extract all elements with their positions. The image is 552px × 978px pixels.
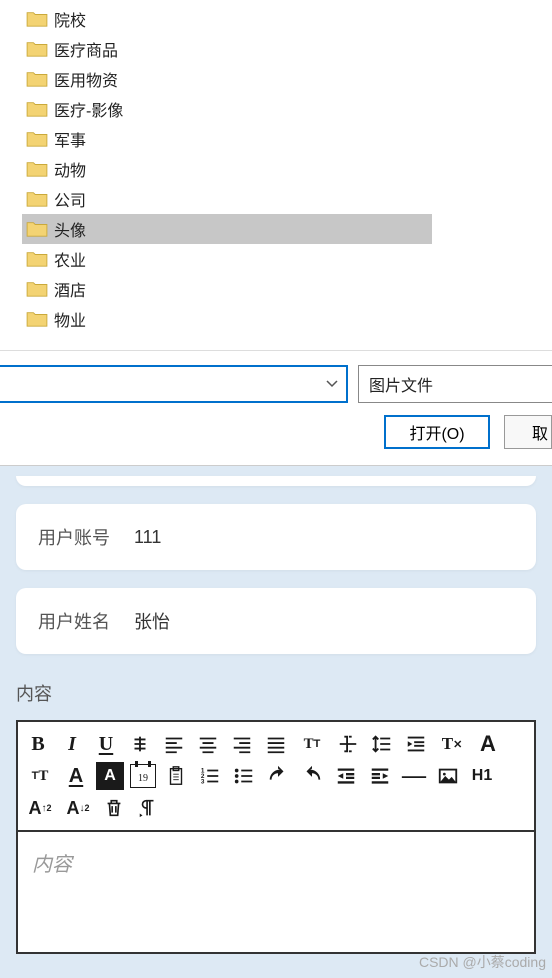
content-section: 内容 B I U TT T✕ A TT A A 19 123	[0, 676, 552, 958]
user-name-value: 张怡	[134, 608, 170, 634]
folder-item[interactable]: 医疗-影像	[22, 94, 552, 124]
filename-combobox[interactable]	[0, 365, 348, 403]
user-account-card: 用户账号 111	[16, 504, 536, 570]
folder-icon	[26, 160, 48, 178]
folder-icon	[26, 250, 48, 268]
indent-icon[interactable]	[402, 730, 430, 758]
user-account-value: 111	[134, 527, 161, 548]
text-cursor-icon[interactable]	[334, 730, 362, 758]
folder-icon	[26, 310, 48, 328]
editor-toolbar: B I U TT T✕ A TT A A 19 123 —	[18, 722, 534, 832]
paragraph-direction-icon[interactable]	[134, 794, 162, 822]
filename-input[interactable]	[0, 370, 318, 398]
outdent-left-icon[interactable]	[332, 762, 360, 790]
file-dialog: 院校 医疗商品 医用物资 医疗-影像 军事 动物 公司 头像	[0, 0, 552, 466]
strikethrough-icon[interactable]	[126, 730, 154, 758]
outdent-right-icon[interactable]	[366, 762, 394, 790]
folder-item-selected[interactable]: 头像	[22, 214, 432, 244]
cancel-label: 取	[532, 420, 548, 444]
underline-icon[interactable]: U	[92, 730, 120, 758]
svg-text:3: 3	[201, 778, 205, 785]
folder-label: 军事	[54, 127, 86, 151]
user-name-label: 用户姓名	[38, 608, 134, 634]
card-fragment	[16, 476, 536, 486]
chevron-down-icon[interactable]	[318, 367, 346, 401]
filter-label: 图片文件	[369, 372, 433, 396]
italic-icon[interactable]: I	[58, 730, 86, 758]
text-scale-icon[interactable]: TT	[24, 762, 56, 790]
folder-item[interactable]: 物业	[22, 304, 552, 334]
unordered-list-icon[interactable]	[230, 762, 258, 790]
align-right-icon[interactable]	[228, 730, 256, 758]
user-account-label: 用户账号	[38, 524, 134, 550]
editor-placeholder: 内容	[32, 854, 72, 876]
folder-icon	[26, 280, 48, 298]
ordered-list-icon[interactable]: 123	[196, 762, 224, 790]
align-left-icon[interactable]	[160, 730, 188, 758]
clipboard-icon[interactable]	[162, 762, 190, 790]
content-heading: 内容	[16, 680, 536, 706]
open-button[interactable]: 打开(O)	[384, 415, 490, 449]
redo-icon[interactable]	[298, 762, 326, 790]
folder-label: 头像	[54, 217, 86, 241]
folder-item[interactable]: 医疗商品	[22, 34, 552, 64]
line-height-icon[interactable]	[368, 730, 396, 758]
folder-label: 医疗-影像	[54, 97, 123, 121]
align-justify-icon[interactable]	[262, 730, 290, 758]
folder-label: 公司	[54, 187, 86, 211]
heading-icon[interactable]: H1	[468, 762, 496, 790]
trash-icon[interactable]	[100, 794, 128, 822]
clear-format-icon[interactable]: T✕	[436, 730, 468, 758]
folder-icon	[26, 70, 48, 88]
calendar-icon[interactable]: 19	[130, 764, 156, 788]
folder-label: 医疗商品	[54, 37, 118, 61]
font-family-icon[interactable]: A	[474, 730, 502, 758]
align-center-icon[interactable]	[194, 730, 222, 758]
folder-label: 酒店	[54, 277, 86, 301]
folder-label: 农业	[54, 247, 86, 271]
superscript-increase-icon[interactable]: A↑2	[24, 794, 56, 822]
folder-item[interactable]: 农业	[22, 244, 552, 274]
folder-label: 物业	[54, 307, 86, 331]
folder-icon	[26, 40, 48, 58]
horizontal-rule-icon[interactable]: —	[400, 762, 428, 790]
folder-item[interactable]: 公司	[22, 184, 552, 214]
dialog-controls: 图片文件 打开(O) 取	[0, 350, 552, 465]
folder-item[interactable]: 院校	[22, 4, 552, 34]
superscript-decrease-icon[interactable]: A↓2	[62, 794, 94, 822]
folder-label: 医用物资	[54, 67, 118, 91]
background-color-icon[interactable]: A	[96, 762, 124, 790]
folder-icon	[26, 130, 48, 148]
folder-list: 院校 医疗商品 医用物资 医疗-影像 军事 动物 公司 头像	[0, 4, 552, 344]
font-color-icon[interactable]: A	[62, 762, 90, 790]
user-form: 用户账号 111 用户姓名 张怡	[0, 466, 552, 676]
folder-item[interactable]: 动物	[22, 154, 552, 184]
folder-item[interactable]: 酒店	[22, 274, 552, 304]
folder-icon	[26, 220, 48, 238]
folder-item[interactable]: 医用物资	[22, 64, 552, 94]
watermark: CSDN @小蔡coding	[419, 952, 546, 972]
file-type-filter[interactable]: 图片文件	[358, 365, 552, 403]
folder-label: 院校	[54, 7, 86, 31]
folder-icon	[26, 100, 48, 118]
folder-label: 动物	[54, 157, 86, 181]
user-name-card: 用户姓名 张怡	[16, 588, 536, 654]
bold-icon[interactable]: B	[24, 730, 52, 758]
folder-icon	[26, 10, 48, 28]
cancel-button[interactable]: 取	[504, 415, 552, 449]
editor-textarea[interactable]: 内容	[18, 832, 534, 952]
folder-icon	[26, 190, 48, 208]
undo-icon[interactable]	[264, 762, 292, 790]
image-icon[interactable]	[434, 762, 462, 790]
font-size-icon[interactable]: TT	[296, 730, 328, 758]
rich-text-editor: B I U TT T✕ A TT A A 19 123 —	[16, 720, 536, 954]
folder-item[interactable]: 军事	[22, 124, 552, 154]
